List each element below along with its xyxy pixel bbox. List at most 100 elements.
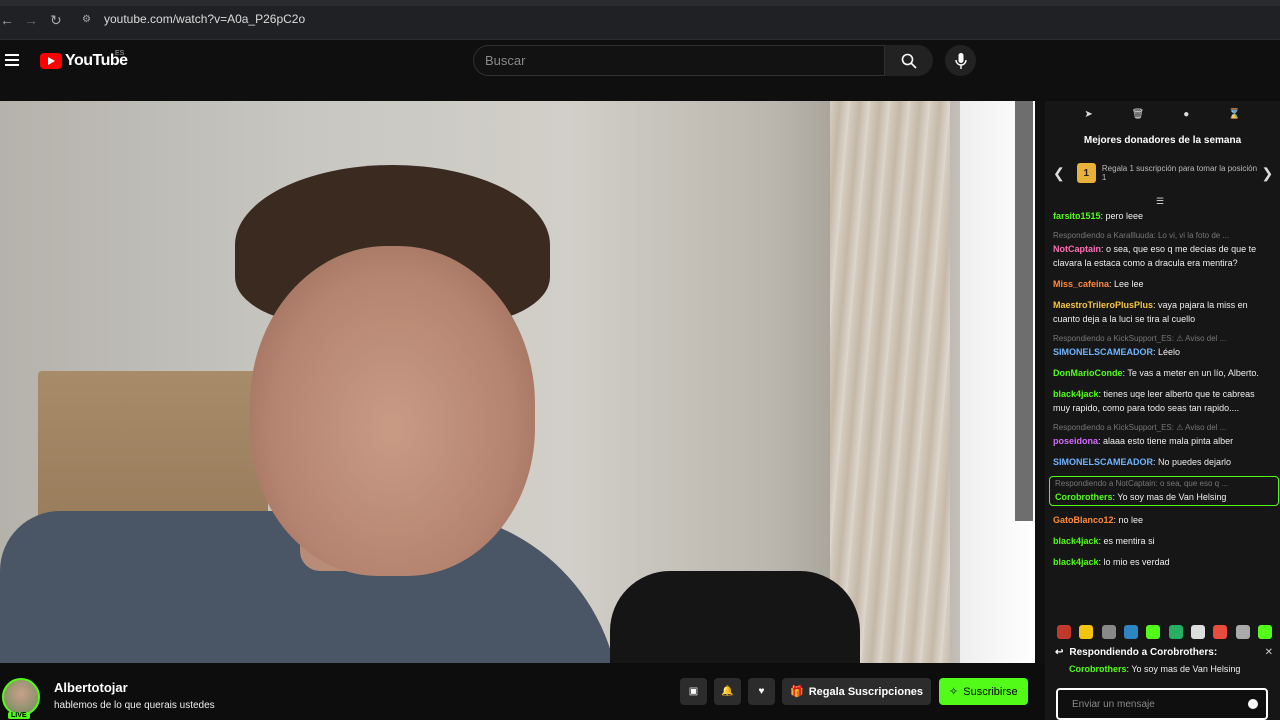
notifications-button[interactable]: 🔔 [714, 678, 741, 705]
follow-button[interactable]: ♥ [748, 678, 775, 705]
back-icon[interactable]: ← [0, 12, 14, 28]
chat-reply-reference: Respondiendo a KickSupport_ES: ⚠ Aviso d… [1053, 334, 1227, 343]
gift-subscriptions-button[interactable]: 🎁 Regala Suscripciones [782, 678, 932, 705]
search-icon [901, 53, 917, 69]
chat-message[interactable]: farsito1515: pero leee [1053, 209, 1273, 223]
emote-icon[interactable] [1057, 625, 1071, 639]
youtube-logo[interactable]: YouTube ES [40, 50, 128, 70]
video-curtain [830, 101, 950, 663]
chat-message-text: : lo mio es verdad [1098, 557, 1170, 567]
forward-icon[interactable]: → [24, 12, 38, 28]
channel-actions: ▣ 🔔 ♥ 🎁 Regala Suscripciones ✧ Suscribir… [680, 678, 1028, 705]
chat-message[interactable]: Respondiendo a KickSupport_ES: ⚠ Aviso d… [1053, 422, 1273, 448]
avatar[interactable] [2, 678, 40, 716]
chat-message-text: : Lee lee [1109, 279, 1144, 289]
chat-username[interactable]: black4jack [1053, 536, 1099, 546]
reply-preview: ↩ Respondiendo a Corobrothers: ✕ Corobro… [1055, 647, 1273, 674]
chat-username[interactable]: NotCaptain [1053, 244, 1101, 254]
emote-bar [1057, 625, 1272, 639]
emote-icon[interactable] [1123, 625, 1138, 639]
logo-region: ES [115, 50, 125, 57]
chat-username[interactable]: Corobrothers [1055, 492, 1113, 502]
emote-icon[interactable] [1235, 625, 1250, 639]
reply-user: Corobrothers [1069, 664, 1127, 674]
chat-username[interactable]: black4jack [1053, 557, 1099, 567]
chat-username[interactable]: SIMONELSCAMEADOR [1053, 347, 1153, 357]
browser-tab-strip [0, 0, 1280, 6]
chevron-right-icon[interactable]: ❯ [1261, 165, 1275, 182]
chat-message-input[interactable]: Enviar un mensaje [1056, 688, 1268, 720]
chat-message-text: : Yo soy mas de Van Helsing [1112, 492, 1227, 502]
channel-name[interactable]: Albertotojar [54, 680, 128, 695]
emote-icon[interactable] [1257, 625, 1272, 639]
chat-username[interactable]: black4jack [1053, 389, 1099, 399]
chat-username[interactable]: Miss_cafeina [1053, 279, 1109, 289]
chat-username[interactable]: DonMarioConde [1053, 368, 1123, 378]
chevron-left-icon[interactable]: ❮ [1053, 165, 1067, 182]
chat-message[interactable]: MaestroTrileroPlusPlus: vaya pajara la m… [1053, 298, 1273, 326]
chat-message[interactable]: Miss_cafeina: Lee lee [1053, 277, 1273, 291]
reload-icon[interactable]: ↻ [50, 12, 62, 29]
site-info-icon[interactable]: ⚙ [82, 14, 91, 25]
filter-icon[interactable]: ☰ [1156, 196, 1164, 207]
video-player[interactable] [0, 101, 1035, 663]
theater-icon: ▣ [688, 686, 699, 697]
chat-message[interactable]: black4jack: es mentira si [1053, 534, 1273, 548]
reply-text: : Yo soy mas de Van Helsing [1126, 664, 1241, 674]
chat-username[interactable]: poseidona [1053, 436, 1098, 446]
donor-carousel: ❮ 1 Regala 1 suscripción para tomar la p… [1053, 157, 1275, 189]
stream-title: hablemos de lo que querais ustedes [54, 700, 215, 711]
video-window-frame [1015, 101, 1033, 521]
chat-username[interactable]: SIMONELSCAMEADOR [1053, 457, 1153, 467]
emote-icon[interactable] [1190, 625, 1205, 639]
chat-username[interactable]: farsito1515 [1053, 211, 1101, 221]
chat-message[interactable]: Respondiendo a KickSupport_ES: ⚠ Aviso d… [1053, 333, 1273, 359]
chat-message-text: : pero leee [1100, 211, 1144, 221]
emote-icon[interactable] [1079, 625, 1094, 639]
chat-message[interactable]: black4jack: tienes uqe leer alberto que … [1053, 387, 1273, 415]
url-text[interactable]: youtube.com/watch?v=A0a_P26pC2o [104, 12, 305, 26]
chat-message[interactable]: GatoBlanco12: no lee [1053, 513, 1273, 527]
sparkle-icon: ✧ [949, 686, 959, 698]
reply-header: ↩ Respondiendo a Corobrothers: ✕ [1055, 647, 1273, 658]
voice-search-button[interactable] [945, 45, 976, 76]
subscribe-button[interactable]: ✧ Suscribirse [939, 678, 1028, 705]
browser-toolbar: ← → ↻ ⚙ youtube.com/watch?v=A0a_P26pC2o [0, 0, 1280, 40]
close-icon[interactable]: ✕ [1265, 647, 1273, 658]
search-button[interactable] [885, 45, 933, 76]
hourglass-icon[interactable]: ⌛ [1228, 109, 1240, 123]
chat-message-text: : Léelo [1153, 347, 1181, 357]
chat-reply-reference: Respondiendo a KickSupport_ES: ⚠ Aviso d… [1053, 423, 1227, 432]
emote-icon[interactable] [1101, 625, 1116, 639]
trash-icon[interactable]: 🗑 [1132, 109, 1145, 123]
chat-username[interactable]: GatoBlanco12 [1053, 515, 1114, 525]
reply-body: Corobrothers: Yo soy mas de Van Helsing [1069, 664, 1273, 674]
menu-icon[interactable] [5, 54, 19, 66]
streamer-face [250, 246, 535, 576]
emote-icon[interactable] [1213, 625, 1228, 639]
chat-message[interactable]: Respondiendo a NotCaptain: o sea, que es… [1049, 476, 1279, 506]
chat-username[interactable]: MaestroTrileroPlusPlus [1053, 300, 1153, 310]
chat-message[interactable]: SIMONELSCAMEADOR: No puedes dejarlo [1053, 455, 1273, 469]
theater-mode-button[interactable]: ▣ [680, 678, 707, 705]
heart-icon: ♥ [758, 686, 765, 697]
chat-message[interactable]: Respondiendo a Karallluuda: Lo vi, vi la… [1053, 230, 1273, 270]
chat-message[interactable]: black4jack: lo mio es verdad [1053, 555, 1273, 569]
search-input[interactable]: Buscar [473, 45, 885, 76]
emote-icon[interactable] [1146, 625, 1161, 639]
chat-message[interactable]: DonMarioConde: Te vas a meter en un lío,… [1053, 366, 1273, 380]
chat-bubble-icon[interactable]: ● [1183, 109, 1189, 123]
donors-title: Mejores donadores de la semana [1083, 135, 1242, 146]
pin-icon[interactable]: ➤ [1084, 109, 1092, 123]
reply-header-text: Respondiendo a Corobrothers: [1069, 647, 1218, 658]
video-microphone [610, 571, 860, 663]
emote-icon[interactable] [1168, 625, 1183, 639]
chat-message-text: : alaaa esto tiene mala pinta alber [1098, 436, 1234, 446]
emoji-icon[interactable] [1248, 699, 1258, 709]
gift-label: Regala Suscripciones [808, 685, 924, 698]
live-badge: LIVE [8, 712, 30, 719]
subscribe-label: Suscribirse [963, 685, 1018, 698]
channel-bar: LIVE Albertotojar hablemos de lo que que… [0, 663, 1045, 720]
chat-panel: ➤ 🗑 ● ⌛ Mejores donadores de la semana ❮… [1045, 101, 1280, 720]
chat-reply-reference: Respondiendo a NotCaptain: o sea, que es… [1055, 479, 1229, 488]
